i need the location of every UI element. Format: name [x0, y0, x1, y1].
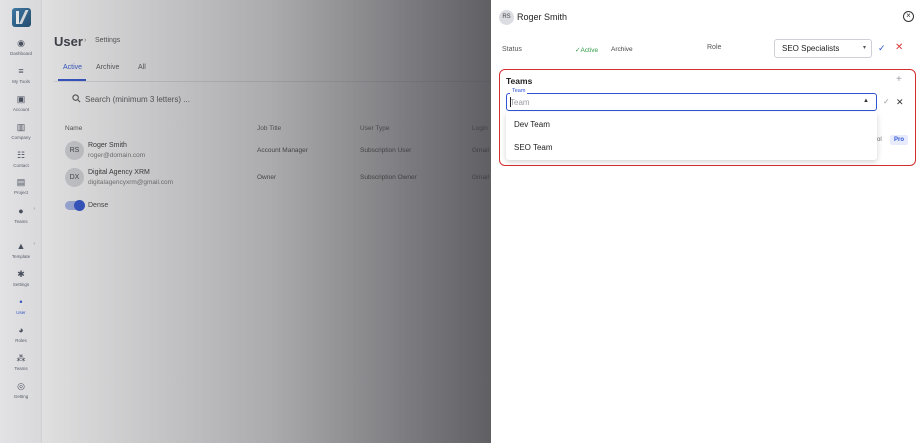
sidebar-item-account[interactable]: ▣ Account: [0, 94, 42, 118]
sidebar-item-settings[interactable]: ✱ Settings: [0, 269, 42, 293]
team-input[interactable]: [510, 96, 840, 108]
sidebar-item-label: Teams: [14, 219, 28, 224]
contact-icon: ☷: [16, 150, 26, 160]
user-name: Roger Smith: [88, 142, 127, 149]
breadcrumb-separator: ›: [84, 37, 87, 44]
search-input[interactable]: [85, 92, 435, 106]
page-title: User: [54, 34, 83, 49]
status-label: Status: [502, 46, 522, 53]
company-icon: ▥: [16, 122, 26, 132]
sidebar-item-teams[interactable]: ● Teams ›: [0, 206, 42, 230]
teams-title: Teams: [506, 76, 533, 86]
sidebar-item-label: My Tools: [12, 79, 30, 84]
tabs-divider: [54, 81, 494, 82]
column-header-user-type[interactable]: User Type: [360, 125, 390, 132]
teams-icon: ●: [18, 206, 24, 216]
sidebar-item-roles[interactable]: ◕ Roles: [0, 325, 42, 349]
app-logo[interactable]: [12, 8, 31, 27]
user-email: roger@domain.com: [88, 152, 146, 159]
user-email: digitalagencyxrm@gmail.com: [88, 179, 173, 186]
column-header-login[interactable]: Login: [472, 125, 488, 132]
role-value: SEO Specialists: [782, 44, 840, 53]
sidebar-item-label: Settings: [12, 282, 30, 287]
sidebar-item-label: Account: [12, 107, 30, 112]
roles-icon: ◕: [18, 325, 24, 335]
sidebar-item-label: Teams: [14, 366, 28, 371]
account-icon: ▣: [16, 94, 26, 104]
status-archive-option[interactable]: Archive: [611, 46, 633, 53]
search-icon: [72, 94, 81, 103]
login-type: Gmail: [472, 147, 489, 154]
role-label: Role: [707, 44, 722, 51]
confirm-team-button[interactable]: ✓: [883, 97, 890, 106]
role-select[interactable]: SEO Specialists ▾: [774, 39, 872, 58]
status-active-label: Active: [580, 47, 599, 54]
sidebar-item-dashboard[interactable]: ◉ Dashboard: [0, 38, 42, 62]
template-icon: ▲: [16, 241, 26, 251]
status-active-option[interactable]: ✓Active: [575, 46, 598, 54]
job-title: Owner: [257, 174, 277, 181]
project-icon: ▤: [16, 177, 26, 187]
sidebar-item-label: Company: [11, 135, 31, 140]
user-icon: •: [19, 297, 23, 307]
text-caret: [510, 97, 511, 107]
tab-active[interactable]: Active: [63, 64, 82, 71]
team-option-dev[interactable]: Dev Team: [514, 120, 550, 129]
sidebar-item-label: Dashboard: [9, 51, 32, 56]
close-icon[interactable]: ×: [903, 11, 914, 22]
tab-indicator: [58, 79, 86, 81]
user-drawer: RS Roger Smith × Status ✓Active Archive …: [491, 0, 923, 443]
dashboard-icon: ◉: [17, 38, 25, 48]
confirm-role-button[interactable]: ✓: [878, 43, 886, 54]
column-header-name[interactable]: Name: [65, 125, 82, 132]
sidebar-item-user[interactable]: • User: [0, 297, 42, 321]
column-header-job-title[interactable]: Job Title: [257, 125, 281, 132]
add-team-icon[interactable]: +: [896, 74, 902, 85]
sidebar-item-contact[interactable]: ☷ Contact: [0, 150, 42, 174]
chevron-right-icon: ›: [33, 206, 35, 212]
dropdown-arrow-icon[interactable]: ▲: [863, 98, 869, 104]
sidebar: ◉ Dashboard ≡ My Tools ▣ Account ▥ Compa…: [0, 0, 42, 443]
sidebar-item-teams-settings[interactable]: ⁂ Teams: [0, 353, 42, 377]
sidebar-item-label: Contact: [13, 163, 29, 168]
sidebar-item-company[interactable]: ▥ Company: [0, 122, 42, 146]
cancel-role-button[interactable]: ✕: [895, 42, 903, 53]
user-name: Digital Agency XRM: [88, 169, 150, 176]
team-option-seo[interactable]: SEO Team: [514, 143, 553, 152]
sidebar-item-label: Getting: [13, 394, 29, 399]
avatar: RS: [499, 10, 514, 25]
dense-label: Dense: [88, 202, 109, 209]
login-type: Gmail: [472, 174, 489, 181]
avatar: DX: [65, 168, 84, 187]
pro-badge: Pro: [890, 135, 908, 145]
chevron-right-icon: ›: [33, 241, 35, 247]
tools-icon: ≡: [18, 66, 24, 76]
user-type: Subscription User: [360, 147, 412, 154]
sidebar-item-label: User: [16, 310, 26, 315]
drawer-user-name: Roger Smith: [517, 12, 568, 22]
help-icon: ◎: [17, 381, 25, 391]
team-field-label: Team: [510, 88, 528, 94]
avatar: RS: [65, 141, 84, 160]
sidebar-item-label: Template: [11, 254, 31, 259]
sidebar-item-my-tools[interactable]: ≡ My Tools: [0, 66, 42, 90]
job-title: Account Manager: [257, 147, 308, 154]
tab-all[interactable]: All: [138, 64, 146, 71]
chevron-down-icon: ▾: [862, 45, 866, 51]
dense-toggle[interactable]: [65, 200, 85, 211]
breadcrumb[interactable]: Settings: [95, 37, 120, 44]
team-dropdown-menu: Dev Team SEO Team: [506, 112, 877, 160]
sidebar-item-template[interactable]: ▲ Template ›: [0, 241, 42, 265]
user-type: Subscription Owner: [360, 174, 417, 181]
cancel-team-button[interactable]: ✕: [896, 97, 904, 108]
partially-hidden-text: ol: [877, 137, 882, 143]
sidebar-item-project[interactable]: ▤ Project: [0, 177, 42, 201]
tab-archive[interactable]: Archive: [96, 64, 119, 71]
teams-icon: ⁂: [16, 353, 26, 363]
sidebar-item-getting-started[interactable]: ◎ Getting: [0, 381, 42, 405]
sidebar-item-label: Project: [13, 190, 28, 195]
sidebar-item-label: Roles: [15, 338, 27, 343]
settings-icon: ✱: [17, 269, 25, 279]
